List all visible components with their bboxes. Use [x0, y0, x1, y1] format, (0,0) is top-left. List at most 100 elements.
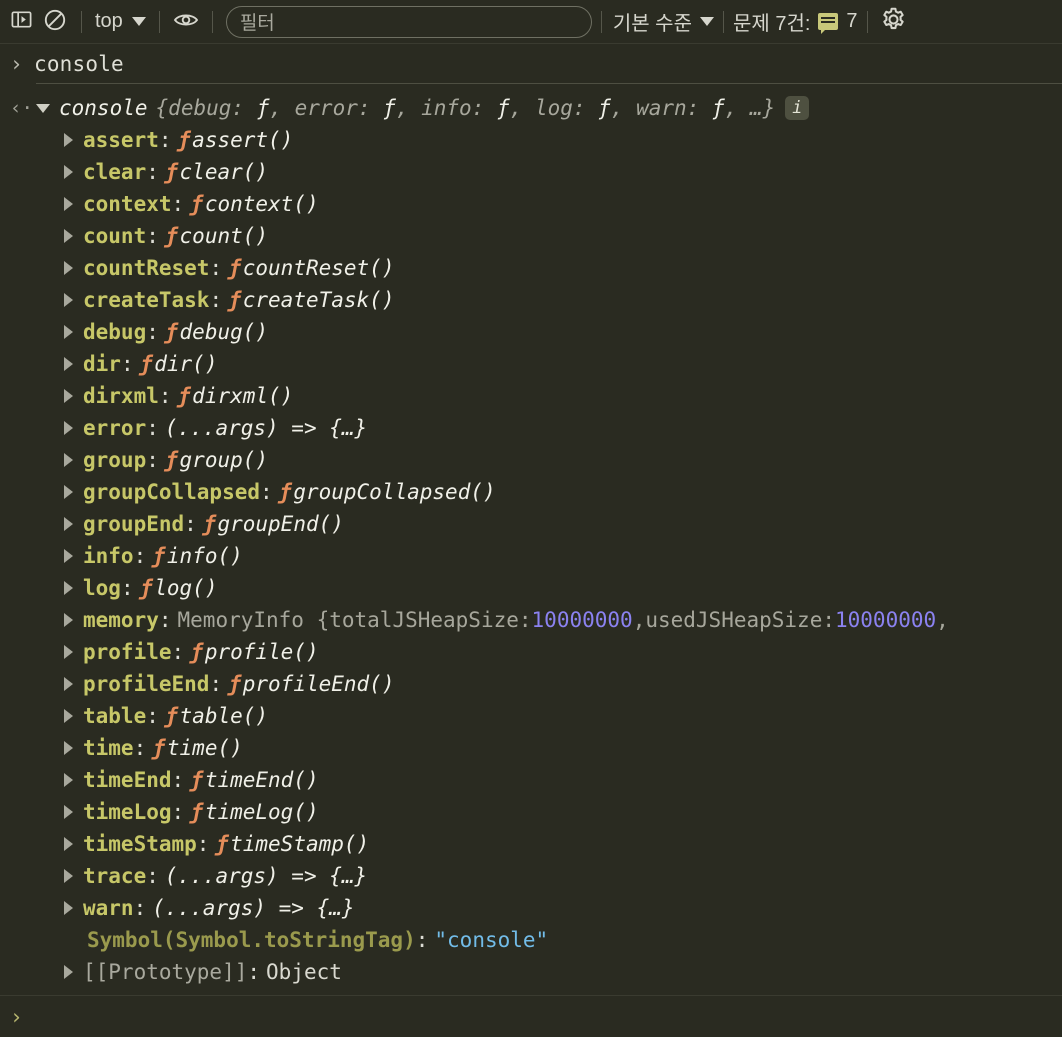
property-colon: :	[146, 160, 159, 184]
object-property-row[interactable]: error: (...args) => {…}	[64, 412, 1062, 444]
triangle-collapsed-icon[interactable]	[64, 325, 73, 339]
property-value: debug()	[179, 320, 269, 344]
property-key: dirxml	[83, 384, 159, 408]
execution-context-selector[interactable]: top	[91, 10, 150, 33]
preview-separator: ,	[269, 96, 295, 120]
gear-icon	[880, 6, 907, 37]
console-message-list: › console ‹· console {debug: ƒ, error: ƒ…	[0, 44, 1062, 995]
object-property-row[interactable]: createTask: ƒ createTask()	[64, 284, 1062, 316]
triangle-collapsed-icon[interactable]	[64, 709, 73, 723]
console-sidebar-toggle-button[interactable]	[4, 5, 38, 39]
toolbar-divider	[211, 10, 213, 33]
property-colon: :	[415, 928, 429, 952]
triangle-collapsed-icon[interactable]	[64, 773, 73, 787]
console-settings-button[interactable]	[877, 5, 911, 39]
triangle-collapsed-icon[interactable]	[64, 677, 73, 691]
triangle-collapsed-icon[interactable]	[64, 261, 73, 275]
clear-console-button[interactable]	[38, 5, 72, 39]
property-value: (...args) => {…}	[164, 416, 368, 440]
property-value: assert()	[192, 128, 294, 152]
function-marker-icon: ƒ	[190, 192, 203, 216]
object-property-row[interactable]: Symbol(Symbol.toStringTag): "console"	[64, 924, 1062, 956]
triangle-collapsed-icon[interactable]	[64, 869, 73, 883]
preview-key: info:	[421, 96, 497, 120]
object-property-row[interactable]: memory: MemoryInfo {totalJSHeapSize: 1000…	[64, 604, 1062, 636]
object-property-row[interactable]: group: ƒ group()	[64, 444, 1062, 476]
object-property-row[interactable]: groupCollapsed: ƒ groupCollapsed()	[64, 476, 1062, 508]
property-key: table	[83, 704, 147, 728]
object-constructor-name: console	[59, 96, 148, 120]
object-property-row[interactable]: clear: ƒ clear()	[64, 156, 1062, 188]
triangle-collapsed-icon[interactable]	[64, 613, 73, 627]
object-property-row[interactable]: time: ƒ time()	[64, 732, 1062, 764]
object-property-row[interactable]: table: ƒ table()	[64, 700, 1062, 732]
triangle-collapsed-icon[interactable]	[64, 197, 73, 211]
memory-entry-separator: ,	[632, 608, 646, 632]
property-colon: :	[133, 544, 147, 568]
console-prompt-row[interactable]: ›	[0, 995, 1062, 1037]
triangle-collapsed-icon[interactable]	[64, 965, 73, 979]
preview-value: ƒ	[256, 96, 270, 120]
object-property-row[interactable]: timeLog: ƒ timeLog()	[64, 796, 1062, 828]
issues-link[interactable]: 문제 7건: 7	[733, 7, 858, 36]
preview-value: ƒ	[496, 96, 510, 120]
property-colon: :	[184, 512, 197, 536]
function-marker-icon: ƒ	[278, 480, 292, 504]
triangle-collapsed-icon[interactable]	[64, 485, 73, 499]
property-value: time()	[166, 736, 243, 760]
property-key: count	[83, 224, 147, 248]
triangle-collapsed-icon[interactable]	[64, 453, 73, 467]
triangle-collapsed-icon[interactable]	[64, 805, 73, 819]
function-marker-icon: ƒ	[139, 352, 153, 376]
prompt-chevron-icon: ›	[10, 1004, 23, 1029]
triangle-collapsed-icon[interactable]	[64, 165, 73, 179]
object-property-row[interactable]: trace: (...args) => {…}	[64, 860, 1062, 892]
triangle-collapsed-icon[interactable]	[64, 901, 73, 915]
object-property-row[interactable]: groupEnd: ƒ groupEnd()	[64, 508, 1062, 540]
execution-context-label: top	[95, 10, 123, 32]
toolbar-divider	[866, 10, 868, 33]
triangle-collapsed-icon[interactable]	[64, 421, 73, 435]
object-property-row[interactable]: dir: ƒ dir()	[64, 348, 1062, 380]
object-property-row[interactable]: timeEnd: ƒ timeEnd()	[64, 764, 1062, 796]
triangle-collapsed-icon[interactable]	[64, 293, 73, 307]
triangle-collapsed-icon[interactable]	[64, 133, 73, 147]
triangle-collapsed-icon[interactable]	[64, 517, 73, 531]
log-level-selector[interactable]: 기본 수준	[611, 7, 714, 36]
object-property-row[interactable]: count: ƒ count()	[64, 220, 1062, 252]
object-property-row[interactable]: info: ƒ info()	[64, 540, 1062, 572]
object-property-row[interactable]: warn: (...args) => {…}	[64, 892, 1062, 924]
property-value: createTask()	[242, 288, 395, 312]
object-property-row[interactable]: dirxml: ƒ dirxml()	[64, 380, 1062, 412]
object-property-row[interactable]: profileEnd: ƒ profileEnd()	[64, 668, 1062, 700]
triangle-collapsed-icon[interactable]	[64, 741, 73, 755]
property-colon: :	[209, 256, 223, 280]
info-badge-icon[interactable]: i	[785, 96, 810, 120]
object-property-row[interactable]: assert: ƒ assert()	[64, 124, 1062, 156]
object-property-row[interactable]: profile: ƒ profile()	[64, 636, 1062, 668]
object-tree: console {debug: ƒ, error: ƒ, info: ƒ, lo…	[36, 92, 1062, 988]
function-marker-icon: ƒ	[177, 384, 191, 408]
object-property-row[interactable]: timeStamp: ƒ timeStamp()	[64, 828, 1062, 860]
function-marker-icon: ƒ	[177, 128, 191, 152]
object-property-row[interactable]: debug: ƒ debug()	[64, 316, 1062, 348]
triangle-expanded-icon[interactable]	[36, 103, 50, 113]
object-property-row[interactable]: log: ƒ log()	[64, 572, 1062, 604]
object-property-row[interactable]: context: ƒ context()	[64, 188, 1062, 220]
triangle-collapsed-icon[interactable]	[64, 229, 73, 243]
filter-input[interactable]: 필터	[225, 5, 592, 38]
triangle-collapsed-icon[interactable]	[64, 581, 73, 595]
triangle-collapsed-icon[interactable]	[64, 357, 73, 371]
triangle-collapsed-icon[interactable]	[64, 549, 73, 563]
triangle-collapsed-icon[interactable]	[64, 389, 73, 403]
triangle-collapsed-icon[interactable]	[64, 837, 73, 851]
live-expression-button[interactable]	[169, 5, 203, 39]
preview-value: ƒ	[711, 96, 725, 120]
object-property-row[interactable]: countReset: ƒ countReset()	[64, 252, 1062, 284]
property-key: error	[83, 416, 147, 440]
triangle-collapsed-icon[interactable]	[64, 645, 73, 659]
object-tree-header[interactable]: console {debug: ƒ, error: ƒ, info: ƒ, lo…	[36, 92, 1062, 124]
console-command-row[interactable]: › console	[0, 44, 1062, 84]
object-property-row[interactable]: [[Prototype]]: Object	[64, 956, 1062, 988]
function-marker-icon: ƒ	[139, 576, 153, 600]
